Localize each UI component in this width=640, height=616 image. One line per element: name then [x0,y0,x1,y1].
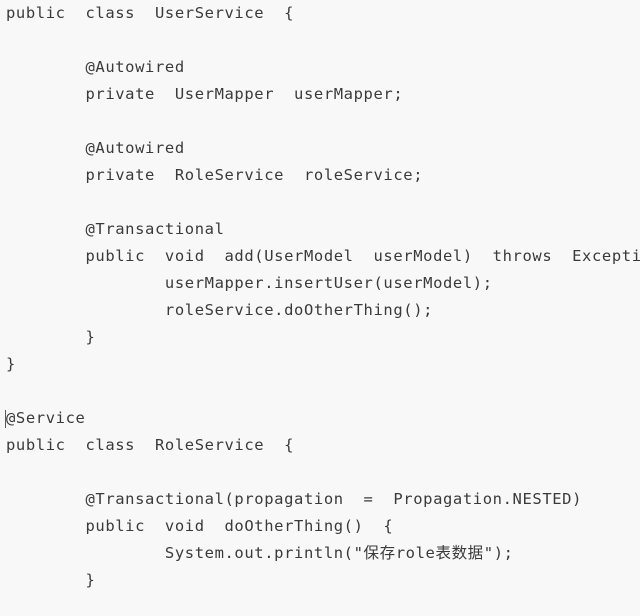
code-line[interactable] [0,27,640,54]
code-line-text: @Transactional(propagation = Propagation… [6,490,583,508]
code-line-text: } [6,355,16,373]
code-line-text: public void doOtherThing() { [6,517,394,535]
code-line[interactable]: userMapper.insertUser(userModel); [0,270,640,297]
code-line-text: public class UserService { [6,4,295,22]
code-line[interactable] [0,189,640,216]
code-block[interactable]: public class UserService { @Autowired pr… [0,0,640,616]
code-line-with-caret[interactable]: @Service [0,405,640,432]
code-line-text: roleService.doOtherThing(); [6,301,434,319]
code-line[interactable]: public class UserService { [0,0,640,27]
code-line-text: private RoleService roleService; [6,166,424,184]
code-line[interactable]: @Autowired [0,135,640,162]
code-line[interactable]: private UserMapper userMapper; [0,81,640,108]
code-line-text: } [6,571,96,589]
code-line[interactable]: private RoleService roleService; [0,162,640,189]
code-line-text: userMapper.insertUser(userModel); [6,274,493,292]
code-line-text: public class RoleService { [6,436,295,454]
code-line[interactable]: @Autowired [0,54,640,81]
code-line-text: @Autowired [6,139,185,157]
code-line-text: private UserMapper userMapper; [6,85,404,103]
code-line[interactable]: public void doOtherThing() { [0,513,640,540]
code-line[interactable]: System.out.println("保存role表数据"); [0,540,640,567]
code-line-text: @Service [6,409,86,427]
code-line-text: public void add(UserModel userModel) thr… [6,247,640,265]
code-line[interactable] [0,108,640,135]
code-line[interactable]: } [0,351,640,378]
code-line[interactable] [0,378,640,405]
code-line[interactable]: } [0,324,640,351]
code-line[interactable]: public class RoleService { [0,432,640,459]
code-line-text: @Transactional [6,220,225,238]
code-line[interactable]: public void add(UserModel userModel) thr… [0,243,640,270]
code-line-text: } [6,328,96,346]
code-line-text: System.out.println("保存role表数据"); [6,544,514,562]
code-line[interactable] [0,459,640,486]
code-line[interactable]: @Transactional(propagation = Propagation… [0,486,640,513]
code-line-text: @Autowired [6,58,185,76]
code-line[interactable]: roleService.doOtherThing(); [0,297,640,324]
code-line[interactable]: @Transactional [0,216,640,243]
code-line[interactable]: } [0,567,640,594]
text-caret [5,410,6,428]
